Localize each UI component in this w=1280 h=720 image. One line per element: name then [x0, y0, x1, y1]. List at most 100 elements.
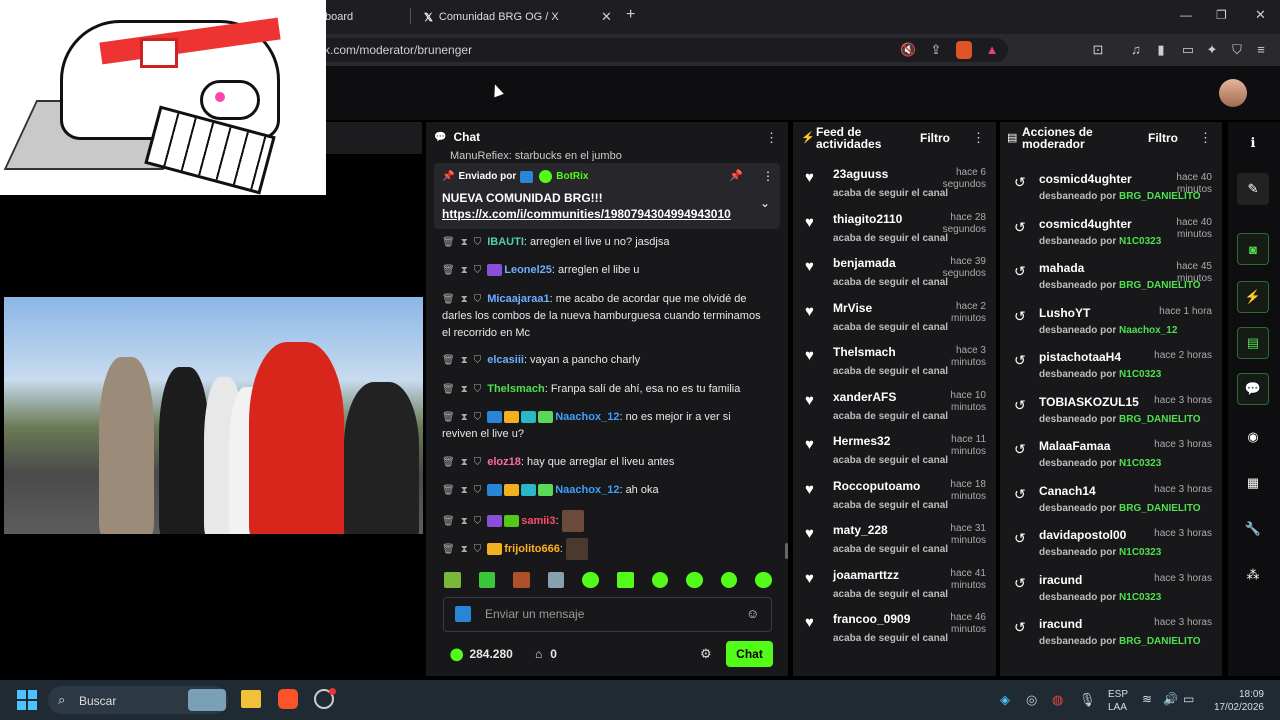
- emote-icon[interactable]: [444, 572, 461, 588]
- follower-name[interactable]: benjamada: [833, 256, 896, 270]
- new-tab-button[interactable]: +: [626, 6, 635, 24]
- log-icon[interactable]: ▤: [1237, 327, 1269, 359]
- emote-icon[interactable]: [686, 572, 703, 588]
- mod-action-item[interactable]: ↺ TOBIASKOZUL15 hace 3 horas desbaneado por…: [1012, 393, 1212, 437]
- timeout-icon[interactable]: ⧗: [461, 355, 468, 366]
- chat-username[interactable]: Naachox_12: [555, 484, 619, 496]
- avatar[interactable]: [1219, 79, 1247, 107]
- media-icon[interactable]: ♫: [1128, 42, 1144, 57]
- ban-icon[interactable]: ⛉: [474, 412, 482, 423]
- feed-item[interactable]: ♥ MrVise hace 2 minutos acaba de seguir el …: [805, 301, 990, 345]
- emote-icon[interactable]: [478, 572, 496, 588]
- feed-item[interactable]: ♥ maty_228 hace 31 minutos acaba de seguir …: [805, 523, 990, 567]
- timeout-icon[interactable]: ⧗: [461, 294, 468, 305]
- maximize-button[interactable]: ❐: [1216, 8, 1227, 22]
- moderator-name[interactable]: N1C0323: [1119, 458, 1161, 469]
- moderator-name[interactable]: BRG_DANIELITO: [1119, 414, 1201, 425]
- follower-name[interactable]: Hermes32: [833, 434, 890, 448]
- moderator-name[interactable]: N1C0323: [1119, 547, 1161, 558]
- ban-icon[interactable]: ⛉: [474, 516, 482, 527]
- unbanned-user[interactable]: iracund: [1039, 617, 1082, 631]
- unbanned-user[interactable]: LushoYT: [1039, 306, 1090, 320]
- unbanned-user[interactable]: pistachotaaH4: [1039, 350, 1121, 364]
- follower-name[interactable]: joaamarttzz: [833, 568, 899, 582]
- feed-item[interactable]: ♥ francoo_0909 hace 46 minutos acaba de segu…: [805, 612, 990, 656]
- moderator-name[interactable]: N1C0323: [1119, 592, 1161, 603]
- broadcast-icon[interactable]: ◉: [1237, 421, 1269, 453]
- send-chat-button[interactable]: Chat: [726, 641, 773, 667]
- battery-icon[interactable]: ▭: [1183, 692, 1194, 706]
- unbanned-user[interactable]: TOBIASKOZUL15: [1039, 395, 1139, 409]
- mod-action-item[interactable]: ↺ cosmicd4ughter hace 40 minutos desbaneado …: [1012, 170, 1212, 214]
- brave-browser-icon[interactable]: [278, 689, 298, 709]
- settings-gear-icon[interactable]: ⚙: [700, 646, 712, 662]
- chat-username[interactable]: IBAUTI: [487, 236, 524, 248]
- unpin-icon[interactable]: 📌: [729, 169, 743, 182]
- emote-icon[interactable]: [755, 572, 772, 588]
- unbanned-user[interactable]: cosmicd4ughter: [1039, 172, 1132, 186]
- camera-icon[interactable]: ◙: [1237, 233, 1269, 265]
- moderator-name[interactable]: BRG_DANIELITO: [1119, 191, 1201, 202]
- moderator-name[interactable]: N1C0323: [1119, 236, 1161, 247]
- wrench-icon[interactable]: 🔧: [1237, 513, 1269, 545]
- wifi-icon[interactable]: ≋: [1142, 692, 1152, 706]
- unbanned-user[interactable]: davidapostol00: [1039, 528, 1126, 542]
- share-icon[interactable]: ⇪: [928, 42, 944, 58]
- tray-app-icon[interactable]: ◈: [1000, 692, 1010, 708]
- follower-name[interactable]: Thelsmach: [833, 345, 896, 359]
- wallet-icon[interactable]: ▭: [1180, 42, 1196, 58]
- feed-item[interactable]: ♥ 23aguuss hace 6 segundos acaba de seguir …: [805, 167, 990, 211]
- store-counter[interactable]: ⌂ 0: [535, 647, 557, 661]
- menu-icon[interactable]: ≡: [1253, 42, 1269, 57]
- mod-action-item[interactable]: ↺ LushoYT hace 1 hora desbaneado por Naacho…: [1012, 304, 1212, 348]
- mute-icon[interactable]: 🔇: [900, 42, 916, 58]
- minimize-button[interactable]: —: [1180, 8, 1192, 22]
- chat-username[interactable]: eloz18: [487, 456, 521, 468]
- unbanned-user[interactable]: mahada: [1039, 261, 1084, 275]
- ban-icon[interactable]: ⛉: [474, 485, 482, 496]
- emote-icon[interactable]: [651, 572, 669, 588]
- timeout-icon[interactable]: ⧗: [461, 516, 468, 527]
- stream-manager-icon[interactable]: ▦: [1237, 467, 1269, 499]
- mod-action-item[interactable]: ↺ MalaaFamaa hace 3 horas desbaneado por N1…: [1012, 437, 1212, 481]
- chat-input[interactable]: Enviar un mensaje: [485, 607, 584, 621]
- follower-name[interactable]: francoo_0909: [833, 612, 910, 626]
- brave-shields-icon[interactable]: [956, 41, 972, 59]
- chat-bubble-icon[interactable]: 💬: [1237, 373, 1269, 405]
- tab-dashboard[interactable]: board: [325, 6, 353, 28]
- feed-item[interactable]: ♥ Thelsmach hace 3 minutos acaba de seguir …: [805, 345, 990, 389]
- mod-filter-button[interactable]: Filtro: [1148, 131, 1178, 145]
- follower-name[interactable]: MrVise: [833, 301, 872, 315]
- delete-icon[interactable]: 🗑: [442, 544, 455, 555]
- volume-icon[interactable]: 🔊: [1163, 692, 1178, 706]
- feed-item[interactable]: ♥ Hermes32 hace 11 minutos acaba de seguir …: [805, 434, 990, 478]
- pinned-username[interactable]: BotRix: [556, 171, 588, 182]
- chat-username[interactable]: Leonel25: [504, 264, 552, 276]
- input-language[interactable]: ESP LAA: [1108, 688, 1128, 714]
- delete-icon[interactable]: 🗑: [442, 516, 455, 527]
- tray-app-icon[interactable]: ◍: [1052, 692, 1063, 708]
- mod-action-item[interactable]: ↺ Canach14 hace 3 horas desbaneado por BRG_…: [1012, 482, 1212, 526]
- feed-filter-button[interactable]: Filtro: [920, 131, 950, 145]
- emote-icon[interactable]: [720, 572, 738, 588]
- timeout-icon[interactable]: ⧗: [461, 457, 468, 468]
- leo-icon[interactable]: ✦: [1204, 42, 1220, 58]
- timeout-icon[interactable]: ⧗: [461, 265, 468, 276]
- timeout-icon[interactable]: ⧗: [461, 412, 468, 423]
- feed-item[interactable]: ♥ benjamada hace 39 segundos acaba de seguir…: [805, 256, 990, 300]
- points-icon[interactable]: ⁂: [1237, 559, 1269, 591]
- emoji-picker-icon[interactable]: ☺: [746, 606, 759, 621]
- info-icon[interactable]: ℹ: [1237, 127, 1269, 159]
- follower-name[interactable]: 23aguuss: [833, 167, 888, 181]
- brave-rewards-icon[interactable]: ▲: [984, 42, 1000, 57]
- unbanned-user[interactable]: Canach14: [1039, 484, 1096, 498]
- moderator-name[interactable]: N1C0323: [1119, 369, 1161, 380]
- follower-name[interactable]: maty_228: [833, 523, 888, 537]
- lightning-icon[interactable]: ⚡: [1237, 281, 1269, 313]
- moderator-name[interactable]: BRG_DANIELITO: [1119, 280, 1201, 291]
- microphone-icon[interactable]: 🎙: [1079, 692, 1096, 708]
- chat-username[interactable]: samii3: [521, 515, 555, 527]
- edit-icon[interactable]: ✎: [1237, 173, 1269, 205]
- close-tab-icon[interactable]: ✕: [601, 9, 612, 25]
- mod-action-item[interactable]: ↺ mahada hace 45 minutos desbaneado por BRG…: [1012, 259, 1212, 303]
